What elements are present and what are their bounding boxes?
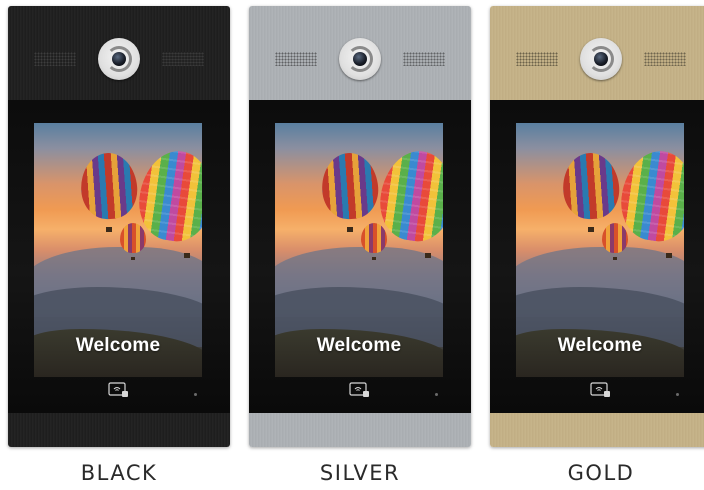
card-reader-icon bbox=[590, 382, 612, 398]
speaker-grille-icon bbox=[516, 52, 558, 66]
balloon-basket bbox=[131, 257, 135, 260]
balloon-basket bbox=[425, 253, 431, 258]
speaker-grille-icon bbox=[644, 52, 686, 66]
intercom-panel-silver: Welcome bbox=[249, 6, 471, 447]
camera-icon bbox=[580, 38, 622, 80]
speaker-grille-icon bbox=[403, 52, 445, 66]
color-label-silver: SILVER bbox=[319, 461, 401, 485]
welcome-text: Welcome bbox=[75, 335, 161, 356]
hot-air-balloon bbox=[560, 151, 622, 221]
balloon-basket bbox=[106, 227, 112, 232]
camera-lens bbox=[112, 52, 126, 66]
status-led bbox=[435, 393, 438, 396]
camera-icon bbox=[98, 38, 140, 80]
intercom-panel-black: Welcome bbox=[8, 6, 230, 447]
camera-lens bbox=[594, 52, 608, 66]
speaker-grille-icon bbox=[162, 52, 204, 66]
color-label-black: BLACK bbox=[80, 461, 158, 485]
speaker-grille-icon bbox=[34, 52, 76, 66]
hot-air-balloon bbox=[602, 223, 628, 253]
camera-lens bbox=[353, 52, 367, 66]
display-screen: Welcome bbox=[516, 123, 684, 377]
status-led bbox=[676, 393, 679, 396]
balloon-basket bbox=[184, 253, 190, 258]
hot-air-balloon bbox=[120, 223, 146, 253]
welcome-text: Welcome bbox=[316, 335, 402, 356]
hot-air-balloon bbox=[319, 151, 381, 221]
balloon-basket bbox=[588, 227, 594, 232]
color-label-gold: GOLD bbox=[567, 461, 635, 485]
hot-air-balloon bbox=[78, 151, 140, 221]
display-screen: Welcome bbox=[275, 123, 443, 377]
intercom-panel-gold: Welcome bbox=[490, 6, 704, 447]
card-reader-icon bbox=[349, 382, 371, 398]
card-reader-icon bbox=[108, 382, 130, 398]
balloon-basket bbox=[666, 253, 672, 258]
balloon-basket bbox=[372, 257, 376, 260]
balloon-basket bbox=[347, 227, 353, 232]
camera-icon bbox=[339, 38, 381, 80]
hot-air-balloon bbox=[361, 223, 387, 253]
display-screen: Welcome bbox=[34, 123, 202, 377]
welcome-text: Welcome bbox=[557, 335, 643, 356]
speaker-grille-icon bbox=[275, 52, 317, 66]
status-led bbox=[194, 393, 197, 396]
balloon-basket bbox=[613, 257, 617, 260]
